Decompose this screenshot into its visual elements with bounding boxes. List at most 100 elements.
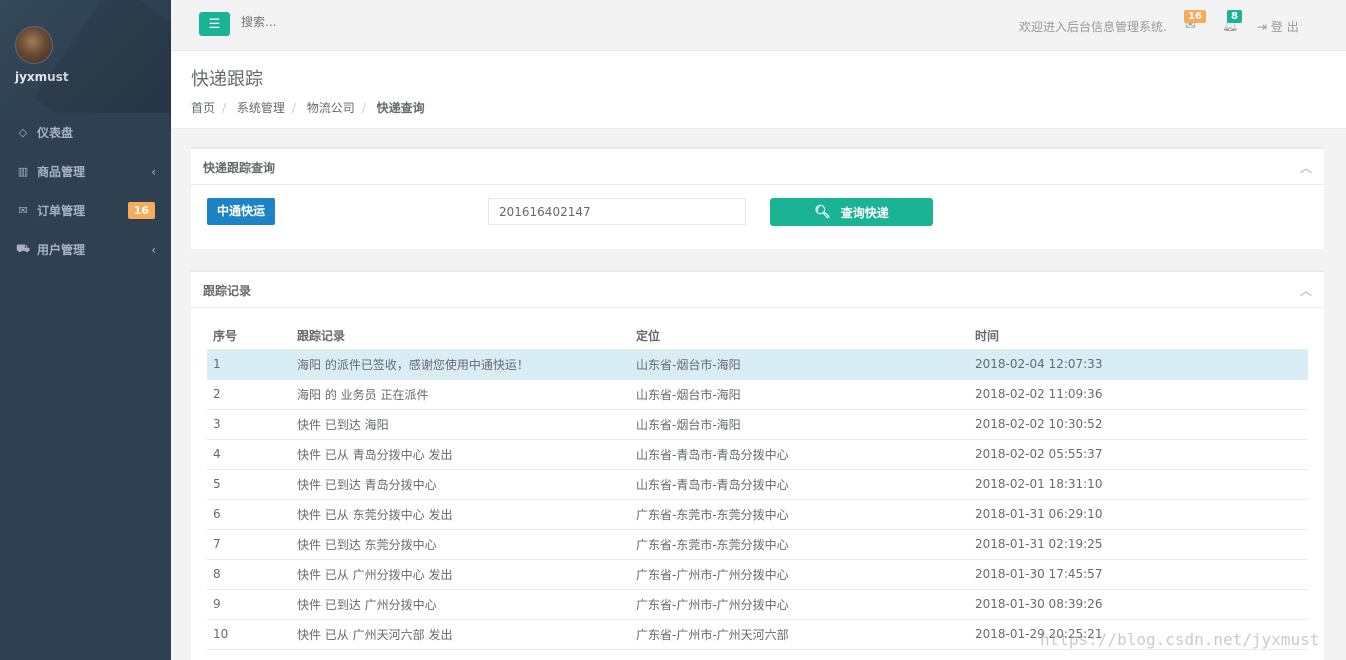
breadcrumb-system[interactable]: 系统管理	[237, 101, 285, 115]
menu-toggle-button[interactable]: ☰	[199, 12, 230, 36]
table-row[interactable]: 3 快件 已到达 海阳 山东省-烟台市-海阳 2018-02-02 10:30:52	[207, 409, 1308, 440]
cell-location: 山东省-烟台市-海阳	[630, 349, 969, 380]
cell-location: 山东省-烟台市-海阳	[630, 409, 969, 440]
cell-location: 广东省-广州市-广州天河六部	[630, 619, 969, 650]
column-header-no: 序号	[207, 322, 291, 350]
cell-record: 快件 已从 青岛分拨中心 发出	[291, 439, 630, 470]
records-panel-title: 跟踪记录 ︿	[191, 272, 1324, 308]
tracking-table: 序号 跟踪记录 定位 时间 1 海阳 的派件已签收，感谢您使用中通快运！ 山东省-烟…	[207, 322, 1308, 650]
search-icon: 🔍︎	[814, 204, 831, 220]
logout-link[interactable]: ⇥ 登 出	[1257, 18, 1299, 35]
table-row[interactable]: 1 海阳 的派件已签收，感谢您使用中通快运！ 山东省-烟台市-海阳 2018-02-0…	[207, 349, 1308, 380]
bar-chart-icon: ▥	[17, 165, 29, 178]
cell-record: 快件 已从 广州分拨中心 发出	[291, 559, 630, 590]
breadcrumb-current: 快递查询	[376, 101, 425, 115]
cart-icon: ⛟	[16, 242, 30, 255]
sidebar-item-label: 商品管理	[37, 165, 86, 179]
query-panel-title-text: 快递跟踪查询	[203, 161, 276, 175]
cell-location: 广东省-东莞市-东莞分拨中心	[630, 529, 969, 560]
chevron-up-icon[interactable]: ︿	[1300, 159, 1312, 176]
sign-out-icon: ⇥	[1257, 20, 1268, 34]
column-header-record: 跟踪记录	[291, 322, 630, 350]
column-header-time: 时间	[969, 322, 1308, 350]
breadcrumb-separator: /	[361, 101, 366, 115]
logout-label: 登 出	[1270, 20, 1299, 34]
query-panel: 快递跟踪查询 ︿ 中通快运 🔍︎ 查询快递	[191, 147, 1324, 249]
sidebar-nav: ◇ 仪表盘 ▥ 商品管理 ‹ ✉ 订单管理 16 ⛟ 用户管理 ‹	[0, 113, 171, 269]
page-title: 快递跟踪	[191, 69, 263, 90]
table-row[interactable]: 5 快件 已到达 青岛分拨中心 山东省-青岛市-青岛分拨中心 2018-02-01 1…	[207, 469, 1308, 500]
sidebar-item-dashboard[interactable]: ◇ 仪表盘	[0, 113, 171, 152]
table-row[interactable]: 4 快件 已从 青岛分拨中心 发出 山东省-青岛市-青岛分拨中心 2018-02-02…	[207, 439, 1308, 470]
table-row[interactable]: 6 快件 已从 东莞分拨中心 发出 广东省-东莞市-东莞分拨中心 2018-01-31…	[207, 499, 1308, 530]
orders-badge: 16	[127, 202, 155, 219]
cell-no: 9	[207, 589, 291, 620]
topbar: ☰ 欢迎进入后台信息管理系统. ✉ 16 🔔︎ 8 ⇥ 登 出	[171, 0, 1346, 51]
cell-no: 3	[207, 409, 291, 440]
cell-location: 山东省-青岛市-青岛分拨中心	[630, 469, 969, 500]
cell-time: 2018-02-02 05:55:37	[969, 439, 1308, 470]
records-panel-title-text: 跟踪记录	[203, 284, 252, 298]
cell-no: 1	[207, 349, 291, 380]
table-body: 1 海阳 的派件已签收，感谢您使用中通快运！ 山东省-烟台市-海阳 2018-02-0…	[207, 349, 1308, 650]
records-panel: 跟踪记录 ︿ 序号 跟踪记录 定位 时间 1 海阳 的派件已签收，感谢您使用中通快…	[191, 270, 1324, 660]
search-input[interactable]	[241, 15, 441, 29]
cell-time: 2018-01-31 06:29:10	[969, 499, 1308, 530]
cell-record: 快件 已从 东莞分拨中心 发出	[291, 499, 630, 530]
watermark: https://blog.csdn.net/jyxmust	[1040, 630, 1320, 649]
column-header-location: 定位	[630, 322, 969, 350]
breadcrumb-home[interactable]: 首页	[191, 101, 215, 115]
cell-time: 2018-01-30 17:45:57	[969, 559, 1308, 590]
breadcrumb-logistics[interactable]: 物流公司	[307, 101, 355, 115]
tracking-number-input[interactable]	[488, 198, 746, 225]
breadcrumb-separator: /	[222, 101, 227, 115]
breadcrumb: 首页 / 系统管理 / 物流公司 / 快递查询	[191, 99, 1346, 116]
query-panel-body: 中通快运 🔍︎ 查询快递	[191, 185, 1324, 249]
cell-record: 快件 已到达 青岛分拨中心	[291, 469, 630, 500]
profile-block: jyxmust	[0, 0, 171, 113]
cell-record: 海阳 的 业务员 正在派件	[291, 379, 630, 410]
cell-record: 海阳 的派件已签收，感谢您使用中通快运！	[291, 349, 630, 380]
mail-count-badge: 16	[1184, 10, 1206, 23]
sidebar: jyxmust ◇ 仪表盘 ▥ 商品管理 ‹ ✉ 订单管理 16 ⛟ 用户管理 …	[0, 0, 171, 660]
table-row[interactable]: 2 海阳 的 业务员 正在派件 山东省-烟台市-海阳 2018-02-02 11:09…	[207, 379, 1308, 410]
cell-no: 2	[207, 379, 291, 410]
cell-time: 2018-01-31 02:19:25	[969, 529, 1308, 560]
username[interactable]: jyxmust	[15, 70, 171, 84]
cell-time: 2018-02-04 12:07:33	[969, 349, 1308, 380]
cell-time: 2018-02-02 10:30:52	[969, 409, 1308, 440]
cell-location: 广东省-东莞市-东莞分拨中心	[630, 499, 969, 530]
table-header-row: 序号 跟踪记录 定位 时间	[207, 322, 1308, 350]
cell-no: 4	[207, 439, 291, 470]
cell-time: 2018-01-30 08:39:26	[969, 589, 1308, 620]
carrier-button[interactable]: 中通快运	[207, 198, 276, 225]
envelope-icon: ✉	[18, 204, 28, 217]
cell-record: 快件 已到达 东莞分拨中心	[291, 529, 630, 560]
table-row[interactable]: 7 快件 已到达 东莞分拨中心 广东省-东莞市-东莞分拨中心 2018-01-31 0…	[207, 529, 1308, 560]
query-button[interactable]: 🔍︎ 查询快递	[770, 198, 933, 226]
cell-location: 山东省-青岛市-青岛分拨中心	[630, 439, 969, 470]
cell-no: 7	[207, 529, 291, 560]
table-row[interactable]: 9 快件 已到达 广州分拨中心 广东省-广州市-广州分拨中心 2018-01-30 0…	[207, 589, 1308, 620]
query-panel-title: 快递跟踪查询 ︿	[191, 149, 1324, 185]
cell-no: 5	[207, 469, 291, 500]
sidebar-item-orders[interactable]: ✉ 订单管理 16	[0, 191, 171, 230]
breadcrumb-separator: /	[291, 101, 296, 115]
sidebar-item-label: 仪表盘	[37, 126, 74, 140]
bell-count-badge: 8	[1227, 10, 1242, 23]
cell-location: 广东省-广州市-广州分拨中心	[630, 589, 969, 620]
table-row[interactable]: 8 快件 已从 广州分拨中心 发出 广东省-广州市-广州分拨中心 2018-01-30…	[207, 559, 1308, 590]
page-heading: 快递跟踪 首页 / 系统管理 / 物流公司 / 快递查询	[171, 51, 1346, 129]
cell-location: 广东省-广州市-广州分拨中心	[630, 559, 969, 590]
cell-record: 快件 已从 广州天河六部 发出	[291, 619, 630, 650]
cell-location: 山东省-烟台市-海阳	[630, 379, 969, 410]
chevron-left-icon: ‹	[151, 242, 156, 257]
chevron-up-icon[interactable]: ︿	[1300, 282, 1312, 299]
sidebar-item-users[interactable]: ⛟ 用户管理 ‹	[0, 230, 171, 269]
cell-time: 2018-02-02 11:09:36	[969, 379, 1308, 410]
avatar[interactable]	[15, 26, 53, 64]
sidebar-item-products[interactable]: ▥ 商品管理 ‹	[0, 152, 171, 191]
cell-no: 8	[207, 559, 291, 590]
welcome-text: 欢迎进入后台信息管理系统.	[1019, 20, 1167, 34]
query-button-label: 查询快递	[840, 205, 889, 220]
